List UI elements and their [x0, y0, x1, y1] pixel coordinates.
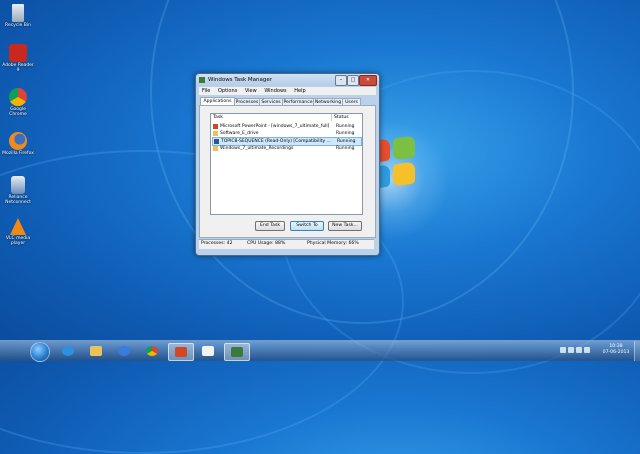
explorer-icon — [90, 346, 102, 356]
flag-icon[interactable] — [568, 347, 574, 353]
desktop-icon-label: Mozilla Firefox — [2, 151, 34, 156]
ie-icon — [62, 346, 74, 356]
new-task-button[interactable]: New Task... — [328, 221, 362, 231]
column-header-status[interactable]: Status — [332, 114, 361, 121]
task-status: Running — [336, 131, 355, 136]
system-tray — [560, 347, 600, 355]
folder-icon — [213, 131, 218, 136]
processes-count: Processes: 42 — [201, 241, 233, 246]
taskbar-powerpoint[interactable] — [168, 343, 194, 361]
status-bar: Processes: 42 CPU Usage: 88% Physical Me… — [199, 239, 374, 249]
menu-windows[interactable]: Windows — [261, 87, 289, 95]
windows-logo-yellow — [393, 161, 415, 187]
show-hidden-icons-icon[interactable] — [560, 347, 566, 353]
desktop-icon-adobe-reader[interactable]: Adobe Reader 9 — [1, 44, 35, 73]
column-header-task[interactable]: Task — [211, 114, 332, 121]
menu-view[interactable]: View — [242, 87, 260, 95]
task-name: Microsoft PowerPoint - [windows_7_ultima… — [220, 124, 330, 129]
window-title: Windows Task Manager — [208, 77, 273, 83]
show-desktop-button[interactable] — [634, 341, 640, 361]
desktop-icon-label: Google Chrome — [9, 107, 27, 117]
taskbar-chrome[interactable] — [140, 343, 164, 359]
desktop-icon-label: VLC media player — [5, 236, 31, 246]
vlc-icon — [10, 218, 26, 235]
close-button[interactable]: ✕ — [359, 75, 377, 86]
title-bar[interactable]: Windows Task Manager – □ ✕ — [196, 74, 379, 86]
powerpoint-icon — [175, 347, 187, 357]
taskbar-ie[interactable] — [56, 343, 80, 359]
clock-date: 07-06-2013 — [602, 350, 630, 355]
taskbar-explorer[interactable] — [84, 343, 108, 359]
clock[interactable]: 10:38 07-06-2013 — [600, 344, 632, 356]
task-row[interactable]: Software_E_drive Running — [212, 130, 360, 137]
taskbar-paint[interactable] — [196, 343, 220, 359]
taskbar: 10:38 07-06-2013 — [0, 340, 640, 362]
minimize-button[interactable]: – — [335, 75, 347, 86]
task-status: Running — [336, 146, 355, 151]
physical-memory: Physical Memory: 66% — [307, 241, 359, 246]
taskbar-task-manager[interactable] — [224, 343, 250, 361]
recycle-bin-icon — [12, 4, 24, 22]
task-row[interactable]: Microsoft PowerPoint - [windows_7_ultima… — [212, 123, 360, 130]
media-player-icon — [118, 346, 130, 356]
chrome-icon — [9, 88, 27, 106]
windows-logo-green — [393, 135, 415, 161]
desktop-icon-vlc[interactable]: VLC media player — [1, 218, 35, 246]
task-row[interactable]: Windows_7_ultimate_Recordings Running — [212, 145, 360, 152]
volume-icon[interactable] — [584, 347, 590, 353]
netconnect-icon — [11, 176, 25, 194]
firefox-icon — [9, 132, 27, 150]
network-icon[interactable] — [576, 347, 582, 353]
desktop-icon-recycle-bin[interactable]: Recycle Bin — [1, 4, 35, 28]
menu-help[interactable]: Help — [291, 87, 308, 95]
desktop-icon-label: Reliance Netconnect — [5, 195, 31, 205]
chrome-icon — [146, 346, 158, 356]
desktop-icon-label: Recycle Bin — [5, 23, 31, 28]
task-name: Windows_7_ultimate_Recordings — [220, 146, 294, 151]
menu-file[interactable]: File — [199, 87, 213, 95]
menu-options[interactable]: Options — [215, 87, 240, 95]
task-manager-icon — [199, 77, 205, 83]
task-status: Running — [337, 139, 356, 144]
desktop-icon-label: Adobe Reader 9 — [2, 63, 34, 73]
word-icon — [214, 139, 219, 144]
cpu-usage: CPU Usage: 88% — [247, 241, 286, 246]
desktop-icon-firefox[interactable]: Mozilla Firefox — [1, 132, 35, 156]
task-manager-window[interactable]: Windows Task Manager – □ ✕ File Options … — [195, 73, 380, 256]
applications-panel: Task Status Microsoft PowerPoint - [wind… — [199, 105, 376, 238]
task-list[interactable]: Task Status Microsoft PowerPoint - [wind… — [210, 113, 363, 215]
switch-to-button[interactable]: Switch To — [290, 221, 324, 231]
desktop-icon-netconnect[interactable]: Reliance Netconnect — [1, 176, 35, 205]
paint-icon — [202, 346, 214, 356]
maximize-button[interactable]: □ — [347, 75, 359, 86]
end-task-button[interactable]: End Task — [255, 221, 285, 231]
task-status: Running — [336, 124, 355, 129]
taskbar-media-player[interactable] — [112, 343, 136, 359]
adobe-reader-icon — [9, 44, 27, 62]
tab-strip: Applications Processes Services Performa… — [199, 97, 376, 106]
folder-icon — [213, 146, 218, 151]
task-name: Software_E_drive — [220, 131, 259, 136]
menu-bar: File Options View Windows Help — [199, 87, 376, 95]
task-manager-icon — [231, 347, 243, 357]
powerpoint-icon — [213, 124, 218, 129]
desktop-icon-chrome[interactable]: Google Chrome — [1, 88, 35, 117]
task-name: TOPIC8-SEQUENCE (Read-Only) [Compatibili… — [221, 139, 331, 144]
start-button[interactable] — [30, 342, 50, 362]
